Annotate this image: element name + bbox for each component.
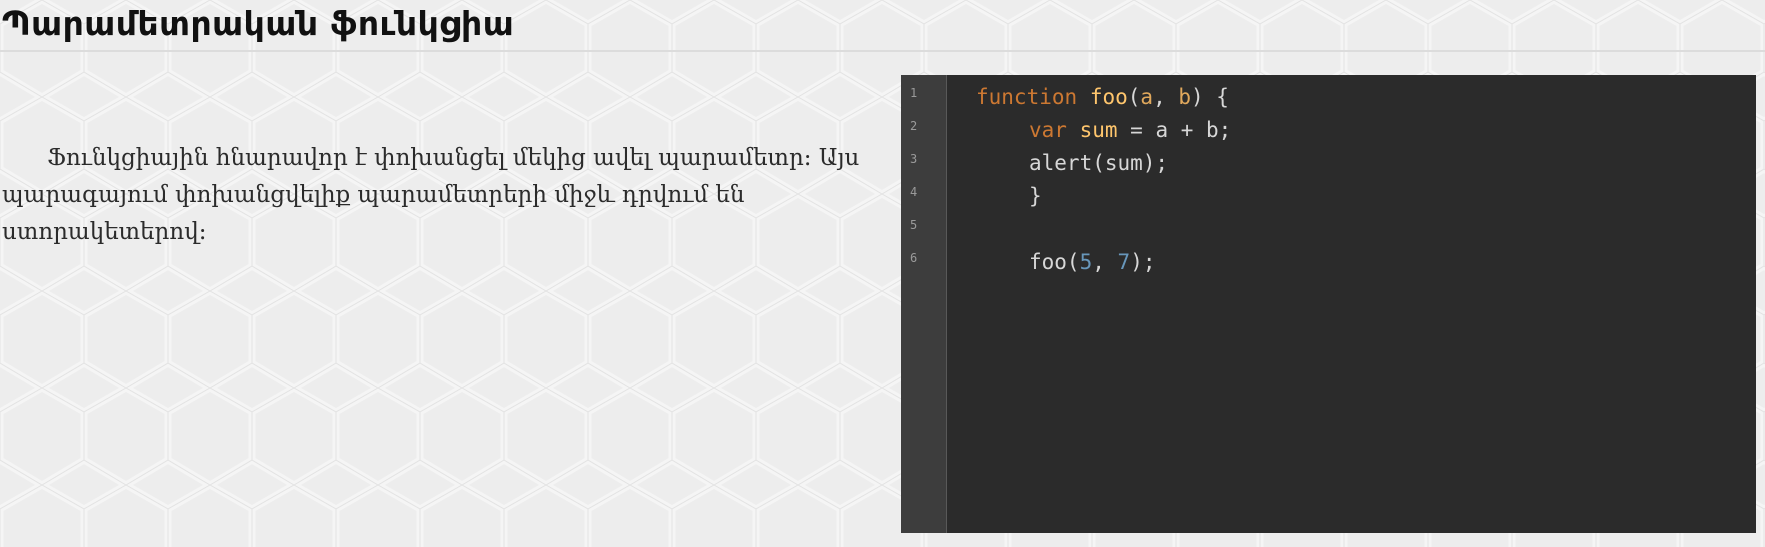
code-token: , [1092, 250, 1118, 274]
code-token: ( [1127, 85, 1141, 109]
code-editor[interactable]: 1 2 3 4 5 6 function foo(a, b) { var sum… [901, 75, 1756, 533]
code-token: 7 [1117, 250, 1131, 274]
code-token: ) { [1191, 85, 1229, 109]
code-token: alert(sum); [1029, 151, 1169, 175]
line-number: 3 [910, 152, 918, 166]
code-line: alert(sum); [1029, 148, 1168, 178]
code-token: } [1029, 184, 1042, 208]
code-token: a [1140, 85, 1154, 109]
code-token: , [1153, 85, 1179, 109]
code-token: = a + b; [1117, 118, 1232, 142]
code-line: } [1029, 181, 1042, 211]
code-token: foo( [1029, 250, 1080, 274]
code-line: function foo(a, b) { [976, 82, 1229, 112]
line-number: 6 [910, 251, 918, 265]
line-number-gutter: 1 2 3 4 5 6 [901, 75, 947, 533]
line-number: 1 [910, 86, 918, 100]
code-token: 5 [1079, 250, 1093, 274]
line-number: 4 [910, 185, 918, 199]
code-token: var [1029, 118, 1067, 142]
page-title: Պարամետրական ֆունկցիա [2, 4, 515, 43]
line-number: 5 [910, 218, 918, 232]
code-token: b [1178, 85, 1192, 109]
code-token: function [976, 85, 1078, 109]
description-text: Ֆունկցիային հնարավոր է փոխանցել մեկից ավ… [2, 145, 860, 245]
page-header: Պարամետրական ֆունկցիա [0, 0, 1765, 52]
code-token: foo [1089, 85, 1128, 109]
code-line: var sum = a + b; [1029, 115, 1231, 145]
code-token: ); [1130, 250, 1156, 274]
code-token: sum [1079, 118, 1118, 142]
code-line: foo(5, 7); [1029, 247, 1155, 277]
line-number: 2 [910, 119, 918, 133]
